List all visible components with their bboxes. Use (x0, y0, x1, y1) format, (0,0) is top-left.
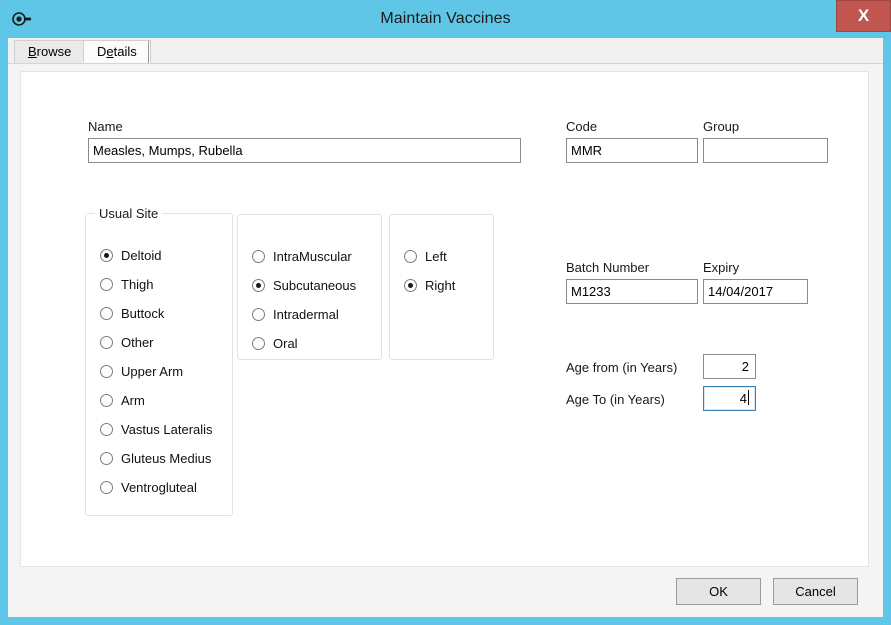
group-label: Group (703, 119, 740, 134)
radio-usual-site-thigh[interactable]: Thigh (100, 274, 154, 294)
radio-usual-site-arm[interactable]: Arm (100, 390, 145, 410)
radio-side-right[interactable]: Right (404, 275, 455, 295)
dialog-footer: OK Cancel (8, 574, 883, 617)
radio-side-left[interactable]: Left (404, 246, 447, 266)
radio-label: Oral (273, 335, 298, 351)
expiry-input[interactable]: 14/04/2017 (703, 279, 808, 304)
radio-label: Intradermal (273, 306, 339, 322)
radio-route-intramuscular[interactable]: IntraMuscular (252, 246, 352, 266)
ok-button[interactable]: OK (676, 578, 761, 605)
tab-details-prefix: D (97, 44, 107, 59)
radio-label: Gluteus Medius (121, 450, 212, 466)
radio-route-subcutaneous[interactable]: Subcutaneous (252, 275, 356, 295)
radio-icon (100, 335, 113, 349)
close-icon[interactable]: X (836, 0, 891, 32)
usual-site-title: Usual Site (95, 206, 163, 221)
tab-browse-label: rowse (36, 44, 72, 59)
radio-icon (404, 249, 417, 263)
usual-site-groupbox: Usual Site Deltoid Thigh Buttock Other U… (85, 206, 233, 516)
radio-route-oral[interactable]: Oral (252, 333, 298, 353)
radio-label: Arm (121, 392, 145, 408)
radio-icon (252, 307, 265, 321)
radio-label: Right (425, 277, 456, 293)
tab-browse-accel: B (28, 44, 37, 59)
radio-label: Subcutaneous (273, 277, 357, 293)
age-to-label: Age To (in Years) (566, 392, 665, 407)
radio-label: Ventrogluteal (121, 479, 197, 495)
radio-icon (100, 248, 113, 262)
client-area: Browse Details Name Measles, Mumps, Rube… (8, 38, 883, 617)
radio-label: Vastus Lateralis (121, 421, 213, 437)
maintain-vaccines-window: Maintain Vaccines X Browse Details Name … (0, 0, 891, 625)
cancel-button[interactable]: Cancel (773, 578, 858, 605)
details-form-panel: Name Measles, Mumps, Rubella Code MMR Gr… (20, 71, 869, 567)
age-from-input[interactable]: 2 (703, 354, 756, 379)
radio-usual-site-buttock[interactable]: Buttock (100, 303, 164, 323)
tab-strip-divider (148, 41, 149, 63)
radio-label: Deltoid (121, 247, 162, 263)
tab-details-suffix: tails (113, 44, 137, 59)
radio-label: Left (425, 248, 447, 264)
text-cursor (748, 390, 749, 405)
code-input[interactable]: MMR (566, 138, 698, 163)
radio-usual-site-deltoid[interactable]: Deltoid (100, 245, 161, 265)
title-bar: Maintain Vaccines X (0, 0, 891, 38)
batch-number-label: Batch Number (566, 260, 650, 275)
window-title: Maintain Vaccines (380, 10, 511, 27)
code-label: Code (566, 119, 598, 134)
radio-icon (252, 278, 265, 292)
radio-icon (100, 364, 113, 378)
radio-icon (100, 277, 113, 291)
radio-route-intradermal[interactable]: Intradermal (252, 304, 339, 324)
batch-number-input[interactable]: M1233 (566, 279, 698, 304)
radio-label: Buttock (121, 305, 165, 321)
group-input[interactable] (703, 138, 828, 163)
radio-icon (100, 422, 113, 436)
side-groupbox: Left Right (389, 214, 494, 360)
age-to-value: 4 (739, 391, 747, 406)
expiry-label: Expiry (703, 260, 740, 275)
age-to-input[interactable]: 4 (703, 386, 756, 411)
radio-label: IntraMuscular (273, 248, 352, 264)
name-input[interactable]: Measles, Mumps, Rubella (88, 138, 521, 163)
tab-details-accel: e (106, 44, 114, 59)
radio-usual-site-vastus-lateralis[interactable]: Vastus Lateralis (100, 419, 213, 439)
age-from-label: Age from (in Years) (566, 360, 678, 375)
radio-icon (404, 278, 417, 292)
tab-details[interactable]: Details (83, 40, 151, 63)
radio-icon (100, 480, 113, 494)
radio-usual-site-other[interactable]: Other (100, 332, 154, 352)
radio-icon (100, 451, 113, 465)
tab-strip: Browse Details (8, 38, 883, 64)
radio-icon (100, 393, 113, 407)
route-groupbox: IntraMuscular Subcutaneous Intradermal O… (237, 214, 382, 360)
radio-icon (252, 336, 265, 350)
radio-usual-site-gluteus-medius[interactable]: Gluteus Medius (100, 448, 211, 468)
tab-browse[interactable]: Browse (14, 40, 86, 63)
radio-label: Other (121, 334, 154, 350)
radio-icon (100, 306, 113, 320)
radio-usual-site-ventrogluteal[interactable]: Ventrogluteal (100, 477, 197, 497)
radio-label: Thigh (121, 276, 154, 292)
radio-label: Upper Arm (121, 363, 184, 379)
radio-icon (252, 249, 265, 263)
name-label: Name (88, 119, 123, 134)
radio-usual-site-upper-arm[interactable]: Upper Arm (100, 361, 183, 381)
